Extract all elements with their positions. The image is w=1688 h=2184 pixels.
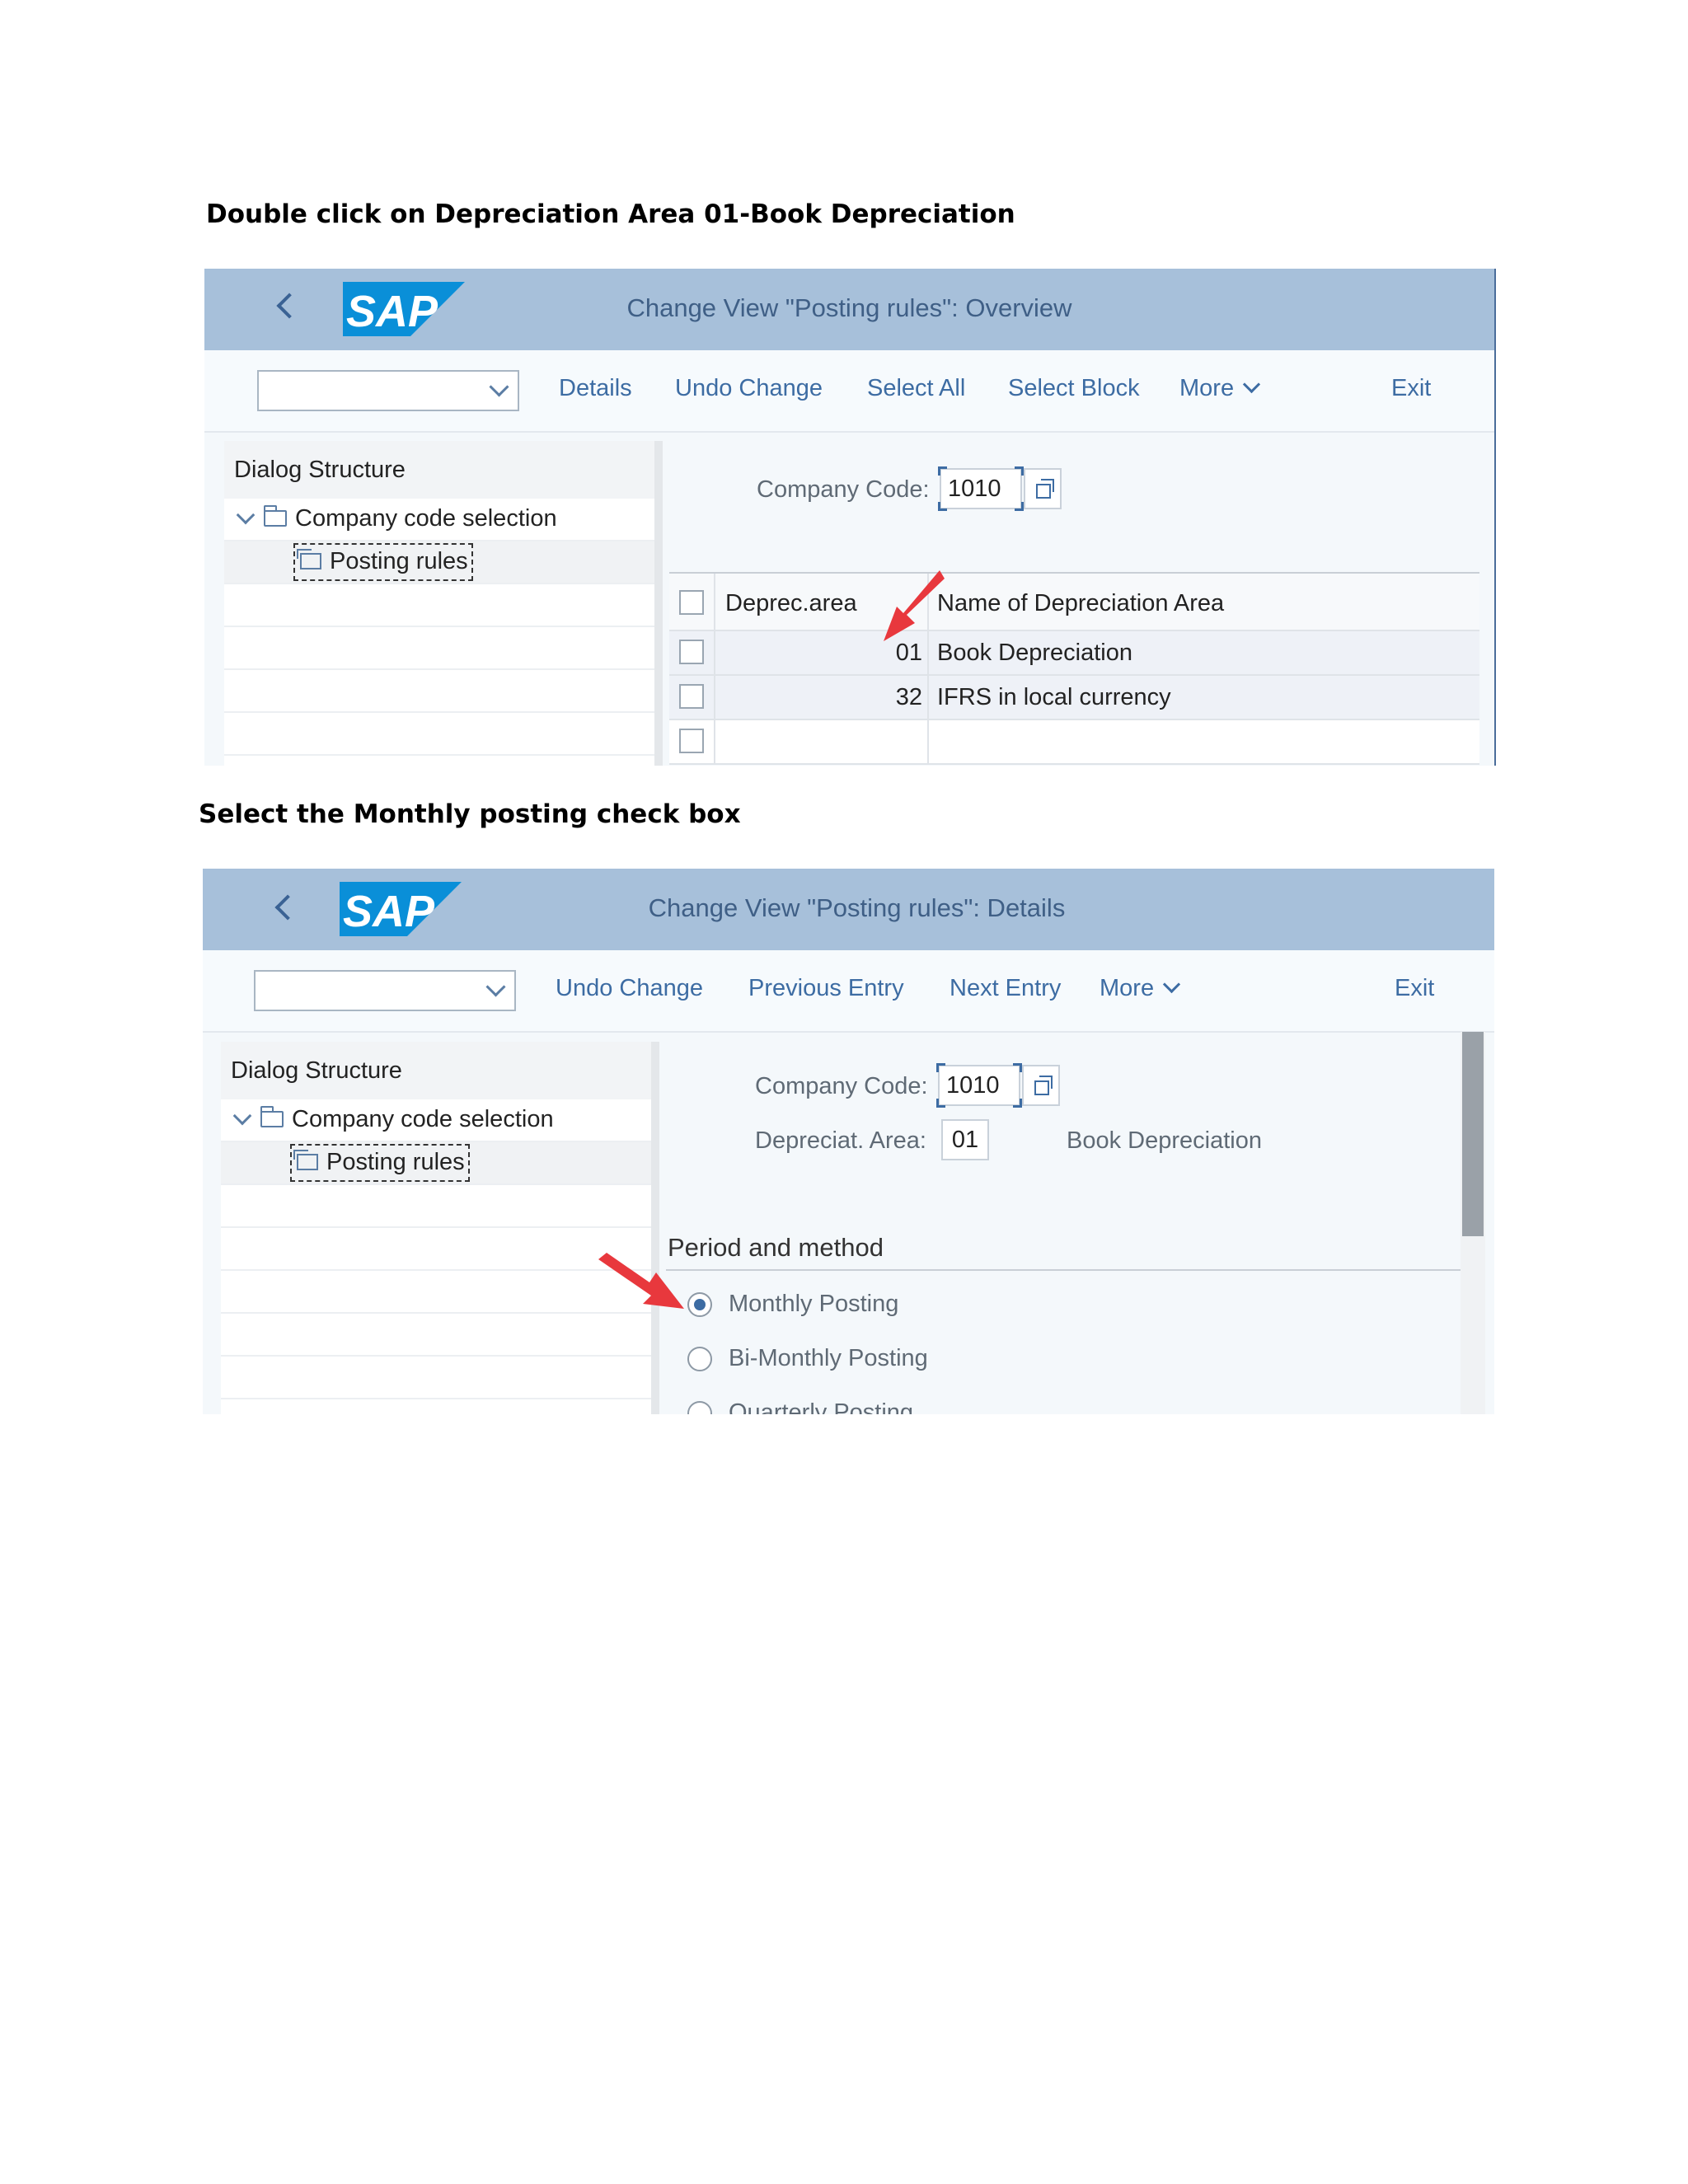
chevron-down-icon [489,377,509,397]
cell-area-name: Book Depreciation [937,640,1132,666]
value-help-button[interactable] [1024,468,1062,509]
tree-node-label: Company code selection [295,505,557,532]
tree-empty-row [221,1271,651,1314]
depreciation-area-table: Deprec.area Name of Depreciation Area 01… [669,572,1479,765]
posting-rules-link[interactable]: Posting rules [290,1144,470,1182]
toolbar: Undo Change Previous Entry Next Entry Mo… [203,950,1494,1033]
chevron-down-icon [1162,975,1181,994]
tree-node-posting-rules[interactable]: Posting rules [221,1142,651,1185]
table-row[interactable]: 32 IFRS in local currency [669,676,1479,720]
chevron-down-icon[interactable] [236,505,256,525]
open-folder-icon [293,1150,318,1170]
depreciation-area-field: 01 [941,1119,989,1160]
section-divider [666,1269,1461,1271]
tree-node-company-code-selection[interactable]: Company code selection [221,1099,651,1142]
scrollbar-thumb[interactable] [1462,1032,1484,1236]
section-period-and-method: Period and method [668,1233,884,1262]
chevron-down-icon [1242,375,1261,394]
more-label: More [1179,375,1235,401]
row-checkbox[interactable] [679,729,704,753]
folder-icon [264,505,287,527]
monthly-posting-radio[interactable] [687,1292,712,1317]
undo-change-button[interactable]: Undo Change [556,975,703,1002]
command-dropdown[interactable] [254,970,516,1011]
column-header-name: Name of Depreciation Area [937,590,1225,616]
toolbar: Details Undo Change Select All Select Bl… [204,350,1494,433]
exit-button[interactable]: Exit [1391,375,1431,402]
more-button[interactable]: More [1100,975,1181,1002]
bi-monthly-posting-label: Bi-Monthly Posting [729,1345,928,1371]
tree-empty-row [221,1357,651,1399]
screenshot-overview: SAP Change View "Posting rules": Overvie… [204,269,1496,766]
table-header-row: Deprec.area Name of Depreciation Area [669,574,1479,631]
row-checkbox[interactable] [679,684,704,709]
dialog-structure-panel: Dialog Structure Company code selection … [224,441,663,766]
tree-empty-row [224,713,654,756]
table-row[interactable]: 01 Book Depreciation [669,631,1479,676]
select-block-button[interactable]: Select Block [1008,375,1140,402]
company-code-field[interactable]: 1010 [938,466,1024,511]
red-arrow-icon [598,1253,684,1309]
tree-node-label: Posting rules [326,1149,465,1175]
select-all-checkbox[interactable] [679,590,704,615]
dialog-structure-header: Dialog Structure [221,1042,651,1099]
undo-change-button[interactable]: Undo Change [675,375,823,402]
quarterly-posting-label: Quarterly Posting [729,1399,914,1414]
depreciation-area-label: Depreciat. Area: [755,1127,926,1154]
cell-deprec-area: 32 [895,684,922,710]
monthly-posting-label: Monthly Posting [729,1291,899,1317]
chevron-down-icon[interactable] [232,1106,252,1126]
tree-empty-row [224,584,654,627]
more-label: More [1100,975,1155,1001]
page-title: Change View "Posting rules": Details [648,893,1066,922]
screenshot-details: SAP Change View "Posting rules": Details… [203,869,1494,1414]
dialog-structure-header: Dialog Structure [224,441,654,499]
tree-empty-row [221,1185,651,1228]
table-row[interactable] [669,720,1479,765]
cell-deprec-area: 01 [895,640,922,666]
shell-header: SAP Change View "Posting rules": Details [203,869,1494,950]
select-all-button[interactable]: Select All [867,375,965,402]
tree-node-company-code-selection[interactable]: Company code selection [224,499,654,541]
instruction-step-1: Double click on Depreciation Area 01-Boo… [206,199,1015,229]
tree-node-label: Posting rules [330,548,468,574]
exit-button[interactable]: Exit [1395,975,1434,1002]
page-title: Change View "Posting rules": Overview [626,293,1072,322]
company-code-value: 1010 [948,476,1001,502]
instruction-step-2: Select the Monthly posting check box [199,799,741,829]
company-code-label: Company Code: [757,476,930,503]
previous-entry-button[interactable]: Previous Entry [748,975,904,1002]
bi-monthly-posting-radio[interactable] [687,1347,712,1371]
tree-empty-row [221,1314,651,1357]
row-checkbox[interactable] [679,640,704,664]
company-code-field[interactable]: 1010 [936,1063,1022,1108]
company-code-label: Company Code: [755,1073,928,1099]
tree-empty-row [224,670,654,713]
folder-icon [260,1106,284,1127]
posting-rules-link[interactable]: Posting rules [293,543,473,581]
tree-empty-row [224,627,654,670]
open-folder-icon [297,549,321,569]
cell-area-name: IFRS in local currency [937,684,1171,710]
shell-header: SAP Change View "Posting rules": Overvie… [204,269,1494,350]
command-dropdown[interactable] [257,370,519,411]
value-help-button[interactable] [1022,1065,1060,1106]
dialog-structure-panel: Dialog Structure Company code selection … [221,1042,659,1414]
tree-empty-row [221,1228,651,1271]
tree-node-label: Company code selection [292,1106,554,1132]
chevron-down-icon [485,977,506,997]
depreciation-area-value: 01 [951,1127,979,1153]
vertical-scrollbar[interactable] [1461,1032,1485,1414]
next-entry-button[interactable]: Next Entry [950,975,1061,1002]
more-button[interactable]: More [1179,375,1261,402]
depreciation-area-name: Book Depreciation [1067,1127,1262,1154]
tree-node-posting-rules[interactable]: Posting rules [224,541,654,584]
details-button[interactable]: Details [559,375,632,402]
quarterly-posting-radio[interactable] [687,1401,712,1414]
red-arrow-icon [884,570,945,641]
company-code-value: 1010 [946,1072,1000,1099]
column-header-deprec-area: Deprec.area [725,590,857,616]
